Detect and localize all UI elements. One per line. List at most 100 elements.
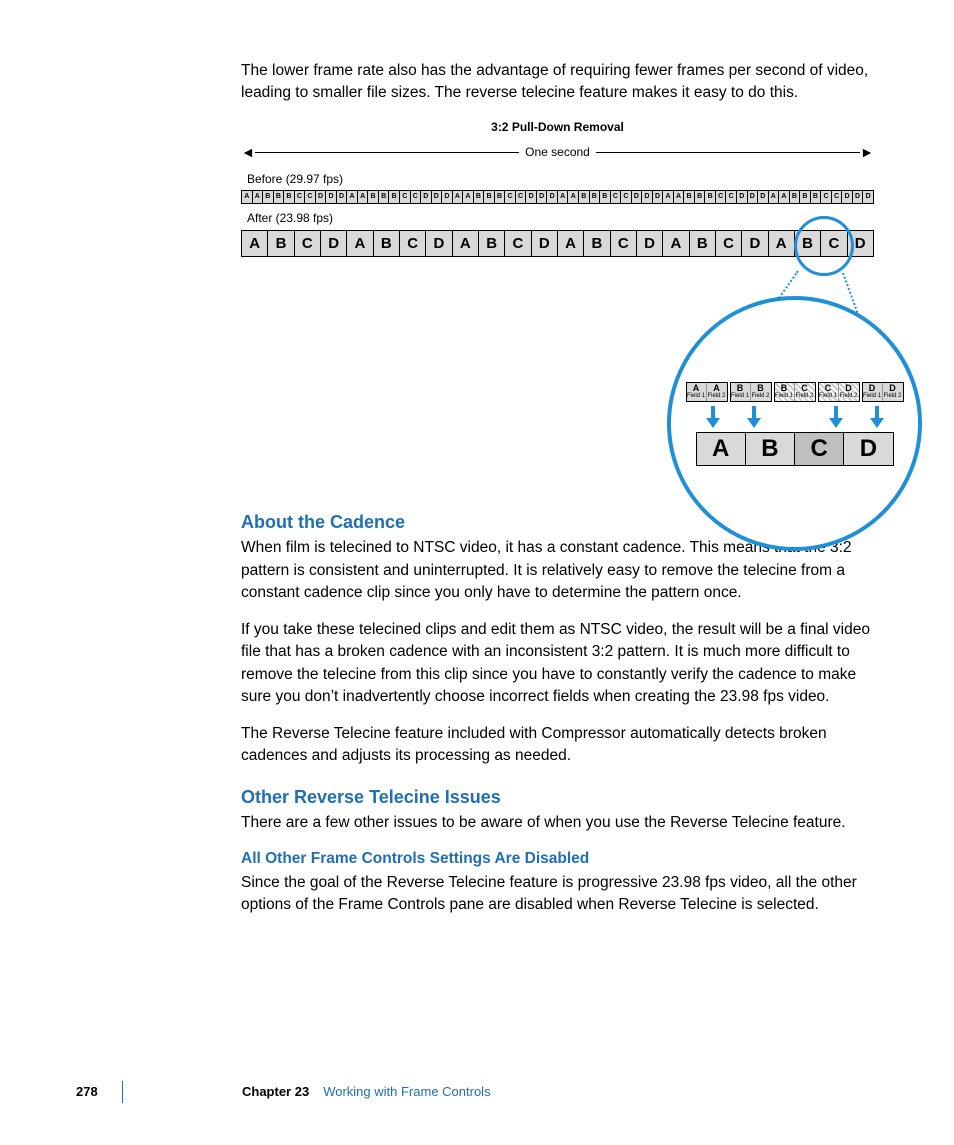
after-strip: ABCDABCDABCDABCDABCDABCD: [241, 230, 874, 258]
field-cell: CField 1: [819, 383, 839, 401]
field-cell: DField 1: [863, 383, 883, 401]
field-cell: DField 2: [839, 383, 859, 401]
frame-cell: C: [505, 231, 531, 257]
frame-cell: A: [769, 231, 795, 257]
frame-cell: B: [800, 191, 811, 203]
frame-cell: B: [579, 191, 590, 203]
frame-cell: B: [684, 191, 695, 203]
heading-other: Other Reverse Telecine Issues: [241, 784, 874, 810]
paragraph: The Reverse Telecine feature included wi…: [241, 723, 874, 768]
frame-cell: B: [379, 191, 390, 203]
frame-cell: A: [568, 191, 579, 203]
frame-cell: D: [758, 191, 769, 203]
frame-cell: D: [842, 191, 853, 203]
frame-cell: D: [863, 191, 873, 203]
frame-cell: A: [242, 231, 268, 257]
page-number: 278: [76, 1083, 116, 1102]
frame-cell: B: [790, 191, 801, 203]
subheading-disabled: All Other Frame Controls Settings Are Di…: [241, 848, 874, 870]
frame-cell: B: [368, 191, 379, 203]
page-content: The lower frame rate also has the advant…: [241, 60, 874, 931]
frame-cell: B: [274, 191, 285, 203]
frame-cell: B: [600, 191, 611, 203]
field-pair: DField 1DField 2: [862, 382, 904, 402]
frame-cell: D: [526, 191, 537, 203]
before-label: Before (29.97 fps): [247, 171, 874, 188]
arrow-left-icon: ◄: [241, 142, 255, 162]
frame-cell: B: [263, 191, 274, 203]
frame-cell: D: [537, 191, 548, 203]
frame-cell: D: [748, 191, 759, 203]
frame-cell: A: [779, 191, 790, 203]
frame-cell: B: [590, 191, 601, 203]
paragraph: If you take these telecined clips and ed…: [241, 619, 874, 709]
frame-cell: D: [742, 231, 768, 257]
frame-cell: C: [305, 191, 316, 203]
pulldown-diagram: 3:2 Pull-Down Removal ◄ One second ► Bef…: [241, 119, 874, 481]
arrow-down-icon: [745, 406, 763, 428]
field-cell: BField 1: [775, 383, 795, 401]
frame-cell: A: [674, 191, 685, 203]
frame-cell: B: [584, 231, 610, 257]
intro-paragraph: The lower frame rate also has the advant…: [241, 60, 874, 105]
arrow-right-icon: ►: [860, 142, 874, 162]
frame-cell: D: [421, 191, 432, 203]
footer-divider: [122, 1081, 123, 1103]
frame-cell: A: [358, 191, 369, 203]
frame-cell: D: [642, 191, 653, 203]
paragraph: There are a few other issues to be aware…: [241, 812, 874, 834]
diagram-title: 3:2 Pull-Down Removal: [241, 119, 874, 136]
frame-cell: D: [326, 191, 337, 203]
frame-cell: C: [611, 191, 622, 203]
frame-cell: A: [558, 191, 569, 203]
frame-cell: B: [479, 231, 505, 257]
one-second-span: ◄ One second ►: [241, 142, 874, 162]
frame-cell: A: [558, 231, 584, 257]
field-cell: AField 2: [707, 383, 727, 401]
frame-cell: B: [389, 191, 400, 203]
arrow-down-icon: [704, 406, 722, 428]
page-footer: 278 Chapter 23 Working with Frame Contro…: [76, 1081, 874, 1103]
frame-cell: D: [653, 191, 664, 203]
frame-cell: D: [853, 191, 864, 203]
field-cell: BField 1: [731, 383, 751, 401]
frame-cell: B: [284, 191, 295, 203]
arrow-down-icon: [868, 406, 886, 428]
frame-cell: D: [321, 231, 347, 257]
arrow-down-icon: [827, 406, 845, 428]
frame-cell: B: [695, 191, 706, 203]
frame-cell: C: [832, 191, 843, 203]
frame-cell: C: [821, 191, 832, 203]
frame-cell: D: [637, 231, 663, 257]
frame-cell: D: [632, 191, 643, 203]
zoom-source-circle: [794, 216, 854, 276]
field-cell: AField 1: [687, 383, 707, 401]
field-cell: DField 2: [883, 383, 903, 401]
frame-cell: D: [316, 191, 327, 203]
paragraph: Since the goal of the Reverse Telecine f…: [241, 872, 874, 917]
frame-cell: B: [705, 191, 716, 203]
frame-cell: A: [453, 191, 464, 203]
frame-cell: C: [411, 191, 422, 203]
frame-cell: D: [442, 191, 453, 203]
frame-cell: B: [268, 231, 294, 257]
zoom-detail-circle: AField 1AField 2BField 1BField 2BField 1…: [667, 296, 922, 551]
result-cell: A: [697, 433, 746, 465]
frame-cell: A: [463, 191, 474, 203]
arrows-row: [704, 404, 886, 432]
frame-cell: C: [726, 191, 737, 203]
frame-cell: A: [347, 231, 373, 257]
after-label: After (23.98 fps): [247, 210, 874, 227]
frame-cell: A: [663, 231, 689, 257]
frame-cell: B: [811, 191, 822, 203]
frame-cell: B: [690, 231, 716, 257]
field-pair: BField 1BField 2: [730, 382, 772, 402]
span-label: One second: [519, 144, 596, 161]
frame-cell: D: [426, 231, 452, 257]
frame-cell: A: [347, 191, 358, 203]
frame-cell: C: [295, 191, 306, 203]
field-pair: BField 1CField 2: [774, 382, 816, 402]
frame-cell: D: [432, 191, 443, 203]
frame-cell: C: [516, 191, 527, 203]
frame-cell: C: [621, 191, 632, 203]
